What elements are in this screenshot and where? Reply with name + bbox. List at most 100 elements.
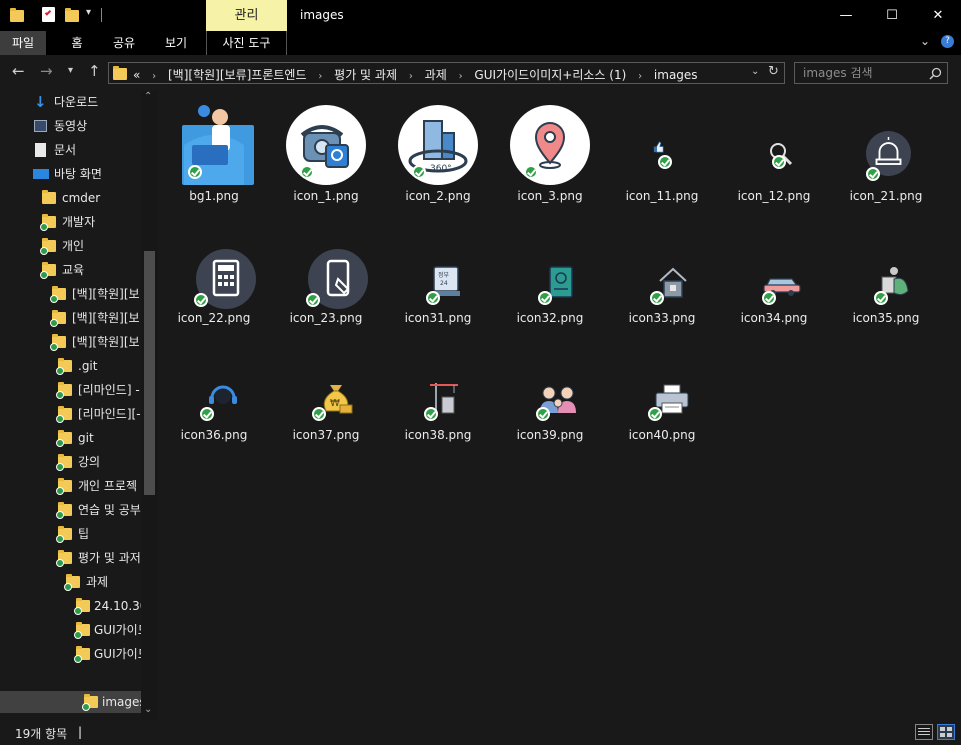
file-name: icon_21.png <box>849 189 923 203</box>
breadcrumb-separator: › <box>318 71 323 82</box>
file-name: icon35.png <box>852 311 920 325</box>
nav-item-folder[interactable]: [백][학원][보 <box>0 331 141 353</box>
nav-item-evaluation[interactable]: 평가 및 과저 <box>0 547 141 569</box>
status-divider: | <box>78 725 83 739</box>
tab-share[interactable]: 공유 <box>104 31 144 55</box>
nav-item-folder[interactable]: [백][학원][보 <box>0 307 141 329</box>
file-item-icon-3[interactable]: icon_3.png <box>494 105 606 215</box>
nav-item-personal-projects[interactable]: 개인 프로젝 <box>0 475 141 497</box>
file-item-icon35[interactable]: icon35.png <box>830 225 942 335</box>
minimize-button[interactable]: — <box>823 0 869 31</box>
maximize-button[interactable]: ☐ <box>869 0 915 31</box>
nav-item-folder[interactable]: [리마인드] - <box>0 379 141 401</box>
nav-item-cmder[interactable]: cmder <box>0 187 141 209</box>
scroll-down-icon[interactable]: ⌄ <box>144 704 152 715</box>
breadcrumb-overflow[interactable]: « <box>133 68 140 82</box>
file-item-icon-11[interactable]: icon_11.png <box>606 105 718 215</box>
nav-scrollbar[interactable]: ⌃ ⌄ <box>141 91 158 720</box>
search-icon[interactable] <box>929 67 942 80</box>
file-item-icon-2[interactable]: 360° icon_2.png <box>382 105 494 215</box>
nav-item-label: 개인 프로젝 <box>78 479 138 493</box>
qat-dropdown-icon[interactable]: ▾ <box>86 7 91 18</box>
up-arrow-icon[interactable]: ↑ <box>88 62 101 80</box>
nav-item-label: 다운로드 <box>54 95 99 109</box>
manage-contextual-tab[interactable]: 관리 <box>206 0 287 31</box>
sync-status-icon <box>426 291 440 305</box>
person-laptop-illustration <box>174 105 254 185</box>
ribbon-collapse-icon[interactable]: ⌄ <box>920 34 930 48</box>
breadcrumb-item[interactable]: images <box>654 68 698 82</box>
file-item-bg1[interactable]: bg1.png <box>158 105 270 215</box>
nav-item-folder[interactable]: [백][학원][보 <box>0 283 141 305</box>
nav-item-label: 연습 및 공부 <box>78 503 141 517</box>
nav-item-folder[interactable]: GUI가이드 <box>0 619 149 641</box>
large-icons-view-icon[interactable] <box>937 724 955 740</box>
help-icon[interactable]: ? <box>941 35 954 48</box>
nav-item-folder[interactable]: [리마인드][- <box>0 403 141 425</box>
nav-item-documents[interactable]: 문서 <box>0 139 141 161</box>
address-bar[interactable]: « › [백][학원][보류]프론트엔드 › 평가 및 과제 › 과제 › GU… <box>108 62 785 84</box>
new-folder-icon[interactable] <box>65 8 79 22</box>
sync-status-icon <box>648 407 662 421</box>
nav-item-downloads[interactable]: ↓ 다운로드 <box>0 91 141 113</box>
nav-item-assignments[interactable]: 과제 <box>0 571 141 593</box>
file-item-icon39[interactable]: icon39.png <box>494 343 606 453</box>
tab-picture-tools[interactable]: 사진 도구 <box>206 31 287 55</box>
back-arrow-icon[interactable]: ← <box>12 62 25 80</box>
file-item-icon-23[interactable]: icon_23.png <box>270 225 382 335</box>
file-name: bg1.png <box>189 189 239 203</box>
nav-item-education[interactable]: 교육 <box>0 259 141 281</box>
window-title: images <box>300 8 344 22</box>
scrollbar-thumb[interactable] <box>144 251 155 495</box>
sync-status-icon <box>874 291 888 305</box>
sync-status-icon <box>74 631 82 639</box>
breadcrumb-item[interactable]: 평가 및 과제 <box>334 68 397 82</box>
file-item-icon-1[interactable]: icon_1.png <box>270 105 382 215</box>
nav-item-label: 24.10.30 <box>94 599 148 613</box>
nav-item-personal[interactable]: 개인 <box>0 235 141 257</box>
file-item-icon-12[interactable]: icon_12.png <box>718 105 830 215</box>
tab-view[interactable]: 보기 <box>156 31 196 55</box>
file-item-icon-22[interactable]: icon_22.png <box>158 225 270 335</box>
nav-item-git[interactable]: git <box>0 427 141 449</box>
file-item-icon-21[interactable]: icon_21.png <box>830 105 942 215</box>
search-input[interactable] <box>803 66 923 80</box>
nav-item-developer[interactable]: 개발자 <box>0 211 141 233</box>
breadcrumb: « › [백][학원][보류]프론트엔드 › 평가 및 과제 › 과제 › GU… <box>133 66 698 83</box>
forward-arrow-icon[interactable]: → <box>40 62 53 80</box>
tab-home[interactable]: 홈 <box>57 31 97 55</box>
scroll-up-icon[interactable]: ⌃ <box>144 91 152 102</box>
sync-status-icon <box>306 293 320 307</box>
file-item-icon40[interactable]: icon40.png <box>606 343 718 453</box>
file-item-icon36[interactable]: icon36.png <box>158 343 270 453</box>
properties-icon[interactable] <box>42 7 55 22</box>
file-item-icon34[interactable]: icon34.png <box>718 225 830 335</box>
file-item-icon31[interactable]: 정부 24 icon31.png <box>382 225 494 335</box>
nav-item-desktop[interactable]: 바탕 화면 <box>0 163 141 185</box>
nav-item-git-folder[interactable]: .git <box>0 355 141 377</box>
nav-item-lectures[interactable]: 강의 <box>0 451 141 473</box>
file-item-icon37[interactable]: ₩ icon37.png <box>270 343 382 453</box>
tab-file[interactable]: 파일 <box>0 31 46 55</box>
file-item-icon33[interactable]: icon33.png <box>606 225 718 335</box>
details-view-icon[interactable] <box>915 724 933 740</box>
nav-item-label: [리마인드][- <box>78 407 141 421</box>
nav-item-videos[interactable]: 동영상 <box>0 115 141 137</box>
nav-item-label: 동영상 <box>54 119 88 133</box>
recent-locations-chevron-icon[interactable]: ▾ <box>68 65 73 76</box>
nav-item-images[interactable]: images <box>0 691 146 713</box>
breadcrumb-item[interactable]: GUI가이드이미지+리소스 (1) <box>474 68 626 82</box>
nav-item-tips[interactable]: 팁 <box>0 523 141 545</box>
nav-item-practice[interactable]: 연습 및 공부 <box>0 499 141 521</box>
refresh-icon[interactable]: ↻ <box>768 64 779 79</box>
close-button[interactable]: ✕ <box>915 0 961 31</box>
breadcrumb-item[interactable]: 과제 <box>425 68 447 82</box>
file-item-icon38[interactable]: icon38.png <box>382 343 494 453</box>
sync-status-icon <box>200 407 214 421</box>
file-item-icon32[interactable]: icon32.png <box>494 225 606 335</box>
address-dropdown-icon[interactable]: ⌄ <box>751 66 759 77</box>
breadcrumb-item[interactable]: [백][학원][보류]프론트엔드 <box>168 68 307 82</box>
nav-item-folder[interactable]: 24.10.30 <box>0 595 147 617</box>
sync-status-icon <box>50 319 58 327</box>
nav-item-folder[interactable]: GUI가이드 <box>0 643 149 665</box>
